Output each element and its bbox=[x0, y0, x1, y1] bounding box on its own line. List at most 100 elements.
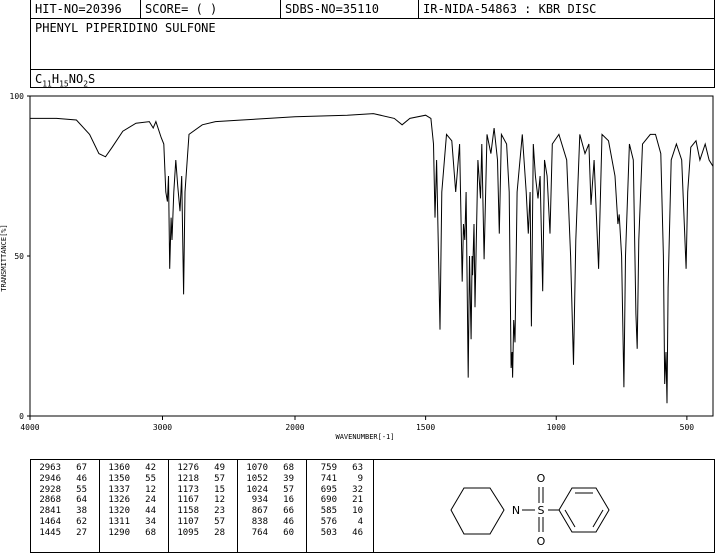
peak-row: 2946 46 bbox=[35, 474, 87, 485]
peak-row: 1290 68 bbox=[104, 528, 156, 539]
peak-wavenumber: 1464 bbox=[39, 516, 61, 527]
peak-transmittance: 10 bbox=[352, 506, 363, 517]
peak-wavenumber: 934 bbox=[251, 495, 268, 506]
oxygen-bottom: O bbox=[537, 535, 546, 548]
peak-row: 1158 23 bbox=[173, 506, 225, 517]
peak-row: 1464 62 bbox=[35, 517, 87, 528]
x-tick-label: 4000 bbox=[20, 423, 39, 432]
peak-transmittance: 67 bbox=[76, 463, 87, 473]
peak-wavenumber: 741 bbox=[320, 473, 337, 484]
peak-row: 1218 57 bbox=[173, 474, 225, 485]
peak-row: 1070 68 bbox=[242, 463, 294, 474]
x-tick-label: 2000 bbox=[285, 423, 304, 432]
peak-row: 1326 24 bbox=[104, 495, 156, 506]
peak-wavenumber: 1052 bbox=[246, 473, 268, 484]
peak-transmittance: 28 bbox=[214, 527, 225, 538]
peak-transmittance: 63 bbox=[352, 463, 363, 473]
peak-row: 759 63 bbox=[311, 463, 363, 474]
peak-transmittance: 44 bbox=[145, 506, 156, 517]
x-tick-label: 1000 bbox=[547, 423, 566, 432]
y-axis-label: TRANSMITTANCE[%] bbox=[0, 224, 8, 291]
peak-row: 764 60 bbox=[242, 528, 294, 539]
peak-row: 576 4 bbox=[311, 517, 363, 528]
peak-column: 1070 68 1052 39 1024 57 934 16 867 66 838 46 764 60 bbox=[238, 460, 307, 552]
peak-column: 1360 42 1350 55 1337 12 1326 24 1320 44 1311 34 1290… bbox=[100, 460, 169, 552]
y-tick-label: 100 bbox=[10, 92, 25, 101]
peak-row: 2928 55 bbox=[35, 485, 87, 496]
x-tick-label: 1500 bbox=[416, 423, 435, 432]
peak-transmittance: 57 bbox=[283, 484, 294, 495]
peak-wavenumber: 2946 bbox=[39, 473, 61, 484]
phenyl-double-bond-3 bbox=[564, 509, 576, 528]
peak-row: 1320 44 bbox=[104, 506, 156, 517]
phenyl-double-bond-2 bbox=[592, 509, 604, 528]
peak-transmittance: 23 bbox=[214, 506, 225, 517]
peak-wavenumber: 1337 bbox=[108, 484, 130, 495]
peak-row: 1311 34 bbox=[104, 517, 156, 528]
peak-transmittance: 38 bbox=[76, 506, 87, 517]
peak-transmittance: 57 bbox=[214, 516, 225, 527]
structure-box: N S O O bbox=[373, 459, 715, 553]
peak-wavenumber: 695 bbox=[320, 484, 337, 495]
peak-wavenumber: 576 bbox=[320, 516, 337, 527]
peak-transmittance: 32 bbox=[352, 484, 363, 495]
oxygen-top: O bbox=[537, 472, 546, 485]
peak-wavenumber: 1158 bbox=[177, 506, 199, 517]
y-tick-label: 50 bbox=[14, 252, 24, 261]
peak-wavenumber: 1095 bbox=[177, 527, 199, 538]
peak-transmittance: 34 bbox=[145, 516, 156, 527]
peak-transmittance: 12 bbox=[145, 484, 156, 495]
peak-wavenumber: 759 bbox=[320, 463, 337, 473]
peak-transmittance: 64 bbox=[76, 495, 87, 506]
x-tick-label: 3000 bbox=[153, 423, 172, 432]
peak-column: 2963 67 2946 46 2928 55 2868 64 2841 38 1464 62 1445… bbox=[31, 460, 100, 552]
peak-transmittance: 4 bbox=[357, 516, 363, 527]
peak-transmittance: 46 bbox=[76, 473, 87, 484]
peak-wavenumber: 764 bbox=[251, 527, 268, 538]
peak-wavenumber: 1276 bbox=[177, 463, 199, 473]
peak-transmittance: 55 bbox=[76, 484, 87, 495]
sulfur-atom: S bbox=[538, 504, 545, 517]
peak-wavenumber: 1290 bbox=[108, 527, 130, 538]
peak-transmittance: 39 bbox=[283, 473, 294, 484]
peak-wavenumber: 503 bbox=[320, 527, 337, 538]
peak-transmittance: 46 bbox=[283, 516, 294, 527]
x-tick-label: 500 bbox=[680, 423, 695, 432]
peak-wavenumber: 1360 bbox=[108, 463, 130, 473]
peak-row: 867 66 bbox=[242, 506, 294, 517]
peak-transmittance: 68 bbox=[145, 527, 156, 538]
peak-wavenumber: 1070 bbox=[246, 463, 268, 473]
peak-wavenumber: 585 bbox=[320, 506, 337, 517]
peak-column: 1276 49 1218 57 1173 15 1167 12 1158 23 1107 57 1095… bbox=[169, 460, 238, 552]
peak-row: 1024 57 bbox=[242, 485, 294, 496]
peak-wavenumber: 1320 bbox=[108, 506, 130, 517]
peak-row: 1276 49 bbox=[173, 463, 225, 474]
peak-transmittance: 12 bbox=[214, 495, 225, 506]
peak-row: 1052 39 bbox=[242, 474, 294, 485]
peak-transmittance: 9 bbox=[357, 473, 363, 484]
peak-transmittance: 66 bbox=[283, 506, 294, 517]
peak-row: 934 16 bbox=[242, 495, 294, 506]
peak-row: 2963 67 bbox=[35, 463, 87, 474]
piperidine-ring bbox=[450, 487, 505, 535]
peak-transmittance: 49 bbox=[214, 463, 225, 473]
x-axis-label: WAVENUMBER[-1] bbox=[335, 433, 394, 441]
peak-row: 2868 64 bbox=[35, 495, 87, 506]
peak-transmittance: 68 bbox=[283, 463, 294, 473]
peak-wavenumber: 867 bbox=[251, 506, 268, 517]
peak-wavenumber: 1445 bbox=[39, 527, 61, 538]
peak-transmittance: 60 bbox=[283, 527, 294, 538]
peak-transmittance: 42 bbox=[145, 463, 156, 473]
peak-row: 503 46 bbox=[311, 528, 363, 539]
peak-wavenumber: 1167 bbox=[177, 495, 199, 506]
peak-row: 1167 12 bbox=[173, 495, 225, 506]
peak-row: 695 32 bbox=[311, 485, 363, 496]
peak-row: 1173 15 bbox=[173, 485, 225, 496]
peak-table: 2963 67 2946 46 2928 55 2868 64 2841 38 1464 62 1445… bbox=[30, 459, 374, 553]
peak-wavenumber: 2928 bbox=[39, 484, 61, 495]
y-axis-ticks: 0 50 100 bbox=[10, 92, 30, 421]
peak-row: 1445 27 bbox=[35, 528, 87, 539]
peak-wavenumber: 1326 bbox=[108, 495, 130, 506]
phenyl-ring bbox=[558, 487, 610, 533]
peak-row: 2841 38 bbox=[35, 506, 87, 517]
